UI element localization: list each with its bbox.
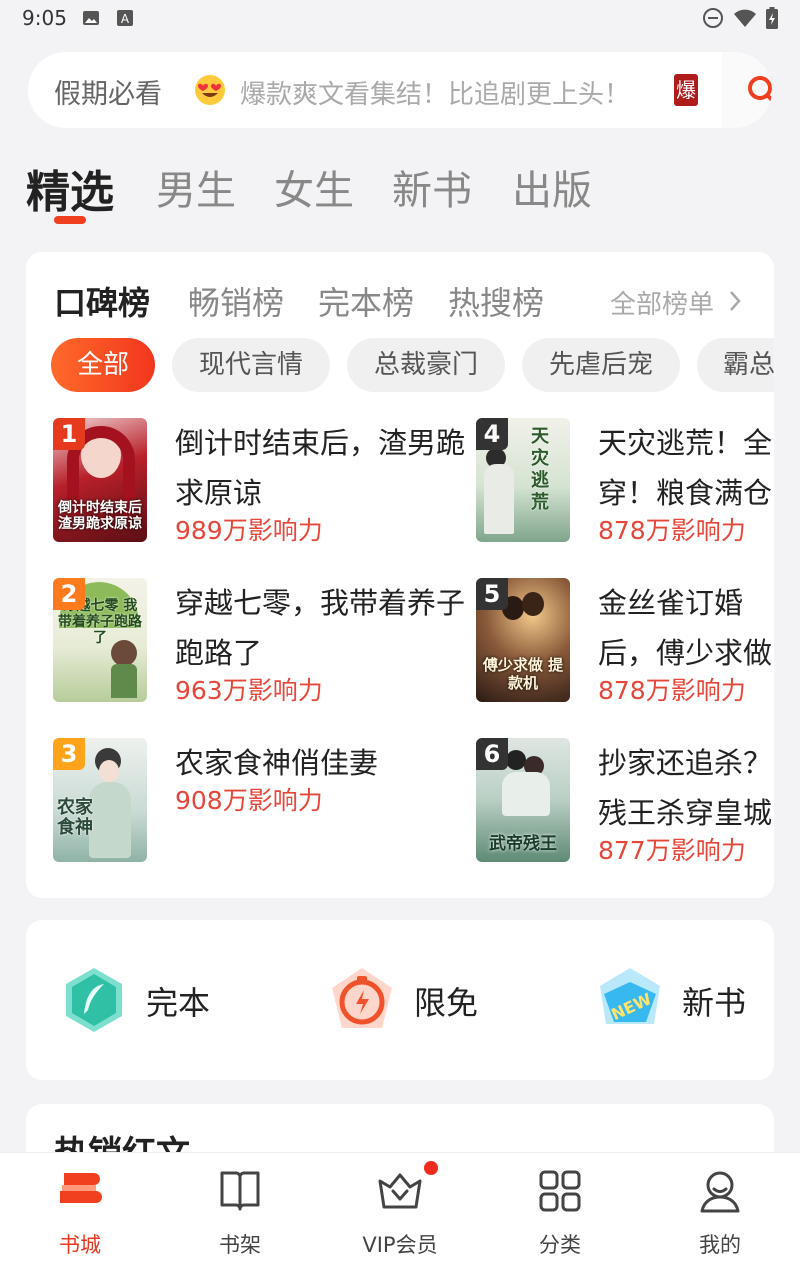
quick-entry-card: 完本 限免 NEW 新书: [26, 920, 774, 1080]
book-cover: 穿越七零 我带着养子跑路了 2: [53, 578, 147, 702]
bookshelf-icon: [220, 1171, 260, 1211]
search-hint: 爆款爽文看集结！比追剧更上头！: [240, 80, 631, 110]
book-cover: 傅少求做 提款机 5: [476, 578, 570, 702]
chip-modern-romance[interactable]: 现代言情: [172, 338, 330, 392]
cover-title-text: 天灾逃荒: [531, 426, 549, 513]
book-title: 金丝雀订婚后，傅少求做提款机: [598, 586, 773, 670]
rank-badge: 2: [53, 578, 85, 610]
search-icon: [748, 76, 772, 103]
nav-bookshelf[interactable]: 书架: [160, 1153, 320, 1281]
nav-profile[interactable]: 我的: [640, 1153, 800, 1281]
book-title: 天灾逃荒！全穿！粮食满仓: [598, 426, 773, 510]
book-item-5[interactable]: 傅少求做 提款机 5 金丝雀订婚后，傅少求做提款机 878万影响力: [476, 578, 774, 708]
book-item-6[interactable]: 武帝残王 6 抄家还追杀？残王杀穿皇城 877万影响力: [476, 738, 774, 868]
nav-label: 书架: [219, 1233, 261, 1257]
book-cover: 倒计时结束后 渣男跪求原谅 1: [53, 418, 147, 542]
book-cover: 武帝残王 6: [476, 738, 570, 862]
status-bar: 9:05 A: [0, 0, 800, 36]
cover-title-text: 农家食神: [57, 797, 93, 838]
rank-badge: 5: [476, 578, 508, 610]
book-item-1[interactable]: 倒计时结束后 渣男跪求原谅 1 倒计时结束后，渣男跪求原谅 989万影响力: [53, 418, 473, 548]
svg-text:A: A: [121, 12, 130, 26]
all-rankings-label: 全部榜单: [610, 290, 715, 320]
nav-category[interactable]: 分类: [480, 1153, 640, 1281]
profile-icon: [700, 1171, 740, 1213]
rank-badge: 4: [476, 418, 508, 450]
book-cover: 天灾逃荒 4: [476, 418, 570, 542]
tab-featured[interactable]: 精选: [26, 156, 114, 220]
bookstore-icon: [60, 1173, 102, 1203]
rank-tab-reputation[interactable]: 口碑榜: [54, 278, 150, 324]
image-notification-icon: [83, 11, 99, 25]
book-influence: 989万影响力: [175, 516, 323, 545]
tab-publishing[interactable]: 出版: [512, 158, 592, 216]
vip-crown-icon: [378, 1173, 422, 1209]
book-title: 穿越七零，我带着养子跑路了: [175, 586, 466, 670]
nav-vip[interactable]: VIP会员: [320, 1153, 480, 1281]
vip-notification-dot: [424, 1161, 438, 1175]
wifi-icon: [734, 9, 756, 27]
search-badge: 爆: [674, 74, 698, 106]
ranking-card: 口碑榜 畅销榜 完本榜 热搜榜 全部榜单 全部 现代言情 总裁豪门 先虐后宠 霸…: [26, 252, 774, 898]
book-item-3[interactable]: 农家食神 3 农家食神俏佳妻 908万影响力: [53, 738, 473, 868]
book-influence: 878万影响力: [598, 516, 746, 545]
status-time: 9:05: [22, 6, 67, 30]
cover-title-text: 倒计时结束后 渣男跪求原谅: [58, 500, 142, 532]
active-tab-indicator: [54, 216, 86, 224]
chevron-right-icon: [730, 291, 741, 311]
cover-title-text: 武帝残王: [489, 834, 557, 854]
chip-ceo[interactable]: 总裁豪门: [347, 338, 505, 392]
book-cover: 农家食神 3: [53, 738, 147, 862]
tab-new-books[interactable]: 新书: [392, 158, 472, 216]
chip-angst[interactable]: 先虐后宠: [522, 338, 680, 392]
search-prefix: 假期必看: [54, 79, 162, 110]
quick-entry-label: 限免: [414, 984, 479, 1022]
battery-icon: [766, 7, 778, 29]
new-tag-icon: NEW: [600, 968, 660, 1024]
search-bar[interactable]: 假期必看 爆款爽文看集结！比追剧更上头！ 爆: [28, 52, 772, 128]
book-influence: 878万影响力: [598, 676, 746, 705]
tab-female[interactable]: 女生: [274, 158, 354, 216]
rank-badge: 1: [53, 418, 85, 450]
book-item-4[interactable]: 天灾逃荒 4 天灾逃荒！全穿！粮食满仓 878万影响力: [476, 418, 774, 548]
category-grid-icon: [539, 1170, 581, 1212]
chip-all[interactable]: 全部: [51, 338, 155, 392]
nav-label: 我的: [699, 1233, 741, 1257]
book-influence: 908万影响力: [175, 786, 323, 815]
feather-book-icon: [66, 968, 122, 1032]
book-influence: 963万影响力: [175, 676, 323, 705]
rank-badge: 3: [53, 738, 85, 770]
cover-title-text: 傅少求做 提款机: [482, 656, 564, 692]
heart-eyes-emoji-icon: [195, 75, 225, 105]
quick-entry-label: 完本: [146, 984, 211, 1022]
search-button[interactable]: [722, 52, 772, 128]
do-not-disturb-icon: [703, 8, 723, 28]
book-item-2[interactable]: 穿越七零 我带着养子跑路了 2 穿越七零，我带着养子跑路了 963万影响力: [53, 578, 473, 708]
book-title: 抄家还追杀？残王杀穿皇城: [598, 746, 773, 830]
rank-tab-bestseller[interactable]: 畅销榜: [188, 278, 284, 324]
nav-label: 分类: [539, 1233, 581, 1257]
tab-male[interactable]: 男生: [156, 158, 236, 216]
rank-badge: 6: [476, 738, 508, 770]
font-notification-icon: A: [117, 10, 133, 26]
nav-label: 书城: [59, 1233, 101, 1257]
nav-label: VIP会员: [362, 1233, 438, 1257]
chip-domineering-ceo[interactable]: 霸总: [697, 338, 774, 392]
rank-tab-completed[interactable]: 完本榜: [318, 278, 414, 324]
bottom-nav: 书城 书架 VIP会员 分类 我的: [0, 1152, 800, 1281]
book-influence: 877万影响力: [598, 836, 746, 865]
rank-tab-hot-search[interactable]: 热搜榜: [448, 278, 544, 324]
nav-bookstore[interactable]: 书城: [0, 1153, 160, 1281]
quick-entry-label: 新书: [682, 984, 747, 1022]
book-title: 倒计时结束后，渣男跪求原谅: [175, 426, 466, 510]
stopwatch-bolt-icon: [332, 968, 392, 1028]
